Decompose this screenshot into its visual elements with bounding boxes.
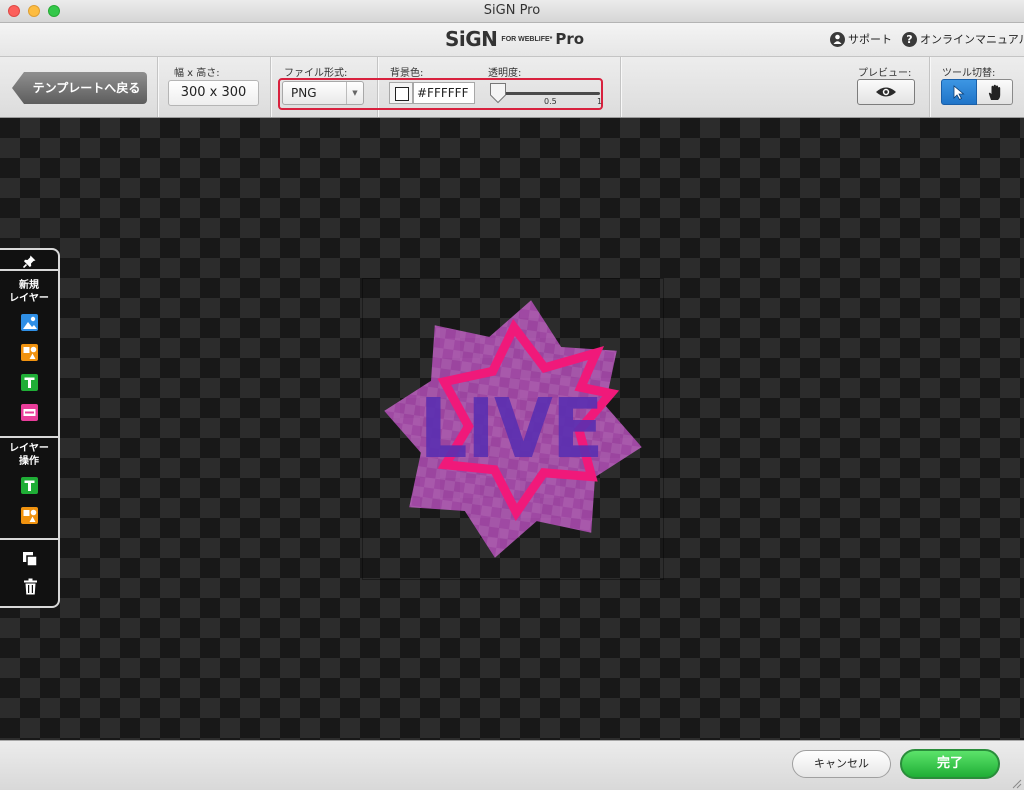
tool-switch-label: ツール切替: [942,68,996,79]
opacity-slider-knob[interactable] [489,82,507,104]
text-layer-icon[interactable] [21,374,38,391]
size-display[interactable]: 300 x 300 [168,80,259,106]
logo-sub-text: FOR WEBLIFE* [501,35,553,43]
preview-label: プレビュー: [858,68,912,79]
opacity-slider-track[interactable] [493,92,600,95]
panel-divider [0,269,58,271]
new-layer-title-line2: レイヤー [9,293,49,304]
duplicate-icon[interactable] [22,551,38,567]
title-bar: SiGN Pro [0,0,1024,23]
dropdown-arrow-icon: ▼ [346,82,363,104]
toolbar-divider [620,57,622,117]
text-edit-icon[interactable] [21,477,38,494]
hand-tool-button[interactable] [977,79,1013,105]
size-label: 幅 x 高さ: [174,68,220,79]
back-to-templates-label: テンプレートへ戻る [32,81,141,95]
select-tool-button[interactable] [941,79,977,105]
panel-divider [0,538,58,540]
app-window: SiGN Pro SiGN FOR WEBLIFE* Pro サポート ? オンライ… [0,0,1024,790]
background-color-label: 背景色: [390,68,424,79]
opacity-label: 透明度: [488,68,522,79]
live-text: LIVE [419,381,602,476]
opacity-tick-mid: 0.5 [544,97,557,106]
back-to-templates-button[interactable]: テンプレートへ戻る [12,72,147,104]
opacity-tick-max: 1 [597,97,603,106]
new-layer-title-line1: 新規 [19,280,39,291]
layer-ops-title: レイヤー 操作 [0,442,58,468]
design-canvas-area[interactable]: LIVE [0,118,1024,740]
banner-layer-icon[interactable] [21,404,38,421]
toolbar-divider [929,57,931,117]
online-manual-link-label: オンラインマニュアル [920,33,1024,46]
help-icon: ? [902,31,917,47]
layer-ops-title-line2: 操作 [19,456,39,467]
background-color-swatch[interactable] [389,82,413,104]
toolbar-divider [270,57,272,117]
file-format-value: PNG [291,86,317,100]
shape-layer-icon[interactable] [21,344,38,361]
background-color-input[interactable]: #FFFFFF [413,82,475,104]
hand-icon [988,84,1000,100]
logo-pro-text: Pro [555,30,585,48]
trash-icon[interactable] [23,578,38,595]
arrow-cursor-icon [953,84,965,100]
new-layer-title: 新規 レイヤー [0,279,58,305]
file-format-select[interactable]: PNG ▼ [282,81,364,105]
toolbar-divider [157,57,159,117]
pin-icon[interactable] [23,255,36,268]
image-layer-icon[interactable] [21,314,38,331]
layer-ops-title-line1: レイヤー [9,443,49,454]
done-button[interactable]: 完了 [900,749,1000,779]
cancel-button[interactable]: キャンセル [792,750,891,778]
brand-bar: SiGN FOR WEBLIFE* Pro サポート ? オンラインマニュアル [0,23,1024,57]
layer-tool-panel: 新規 レイヤー レイヤー 操作 [0,248,60,608]
eye-icon [876,87,896,97]
support-link-label: サポート [848,33,892,46]
live-starburst-artwork[interactable]: LIVE [363,279,663,579]
online-manual-link[interactable]: ? オンラインマニュアル [902,31,1024,47]
shape-edit-icon[interactable] [21,507,38,524]
artboard[interactable]: LIVE [362,278,664,580]
file-format-label: ファイル形式: [284,68,348,79]
user-icon [830,31,845,47]
bottom-action-bar: キャンセル 完了 [0,740,1024,790]
logo-main-text: SiGN [445,27,498,51]
panel-divider [0,436,58,438]
color-swatch-fill [395,87,409,101]
app-logo: SiGN FOR WEBLIFE* Pro [445,27,584,52]
preview-button[interactable] [857,79,915,105]
support-link[interactable]: サポート [830,31,892,47]
resize-grip-icon[interactable] [1010,777,1022,789]
window-title: SiGN Pro [483,3,541,18]
